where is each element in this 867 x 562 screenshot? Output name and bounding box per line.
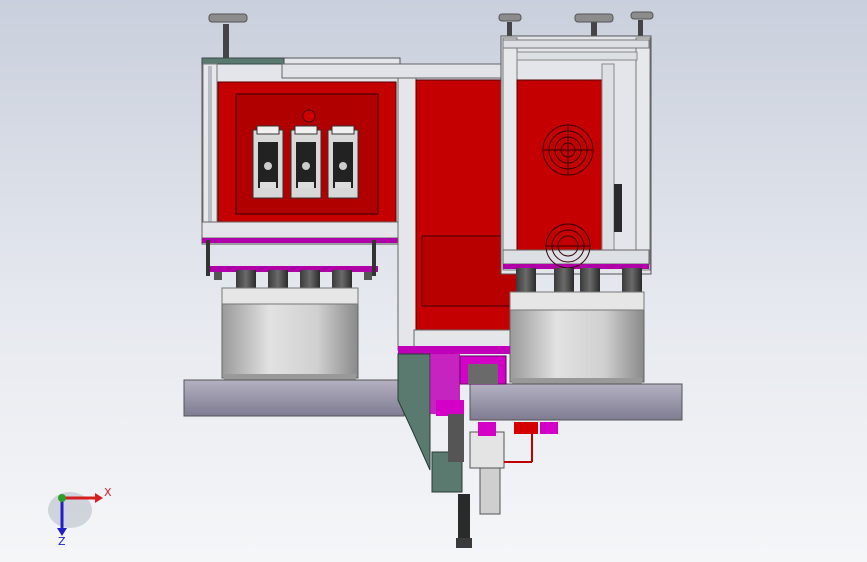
right-drum [509, 291, 645, 384]
servo-drive-3 [327, 125, 359, 199]
left-drum [221, 287, 359, 380]
cooling-fan-top [542, 124, 594, 176]
right-base-plate [469, 383, 683, 421]
leveling-foot-left [208, 13, 248, 60]
assembly-drawing: X Z [48, 11, 683, 548]
y-axis-origin [58, 494, 66, 502]
right-cabinet [500, 35, 652, 275]
center-red-panel [397, 77, 519, 351]
z-axis-label: Z [58, 535, 66, 548]
servo-drive-1 [252, 125, 284, 199]
coordinate-triad: X Z [48, 486, 112, 548]
left-base-plate [183, 379, 405, 417]
left-support-posts [206, 240, 378, 292]
cad-viewport[interactable]: X Z [0, 0, 867, 562]
x-axis-label: X [104, 486, 112, 499]
servo-drive-2 [290, 125, 322, 199]
